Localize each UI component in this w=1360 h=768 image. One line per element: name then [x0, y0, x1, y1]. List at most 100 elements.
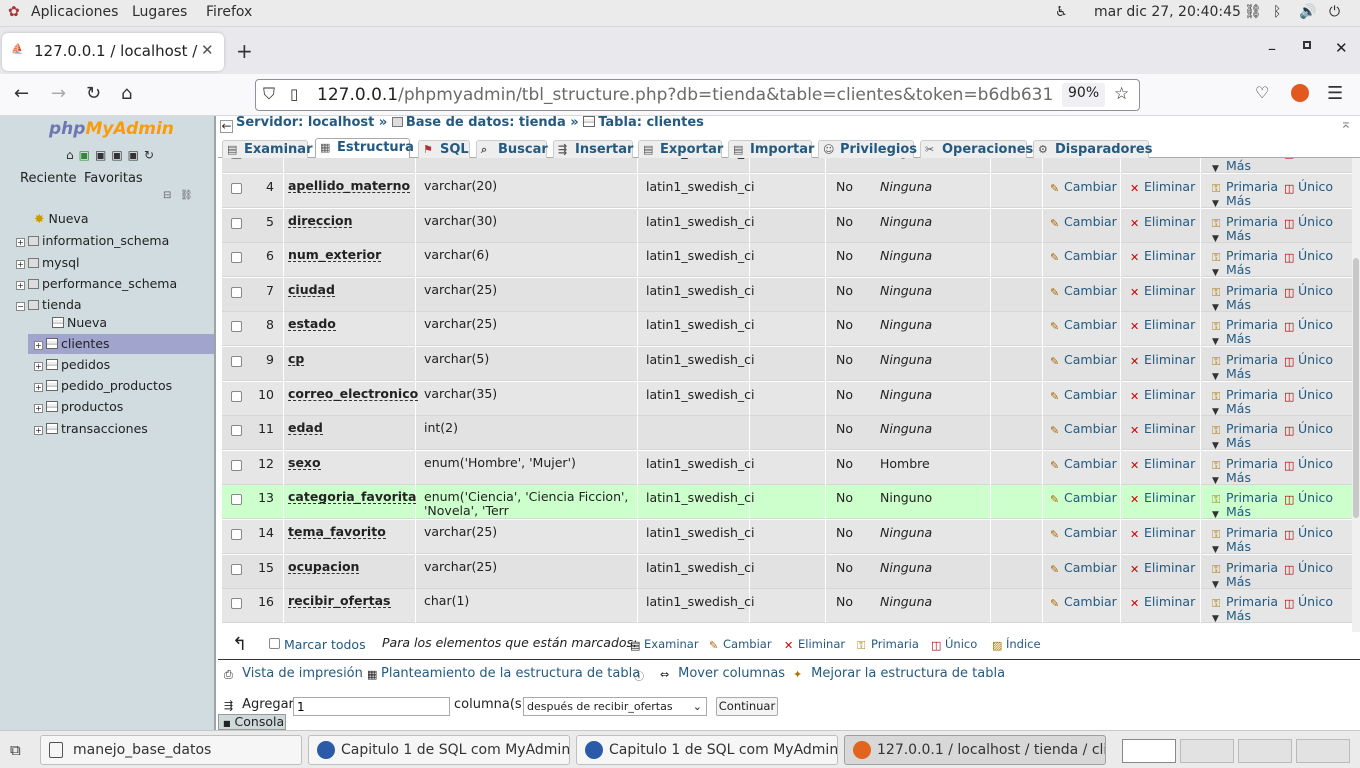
task-firefox[interactable]: 127.0.0.1 / localhost / tienda / clien..…: [844, 735, 1106, 765]
logout-icon[interactable]: ▣: [79, 148, 95, 162]
more-action[interactable]: ▼ Más: [1212, 470, 1251, 487]
expand-icon[interactable]: +: [34, 362, 43, 371]
tab-privilegios[interactable]: ☺ Privilegios: [818, 140, 917, 158]
home-icon[interactable]: ⌂: [121, 83, 132, 104]
row-checkbox[interactable]: [231, 217, 242, 232]
tree-db-performance-schema[interactable]: + performance_schema: [16, 276, 177, 291]
change-action[interactable]: ✎Cambiar: [1050, 158, 1117, 159]
primary-action[interactable]: ⚿Primaria: [1212, 317, 1278, 332]
primary-action[interactable]: ⚿Primaria: [1212, 387, 1278, 402]
row-checkbox[interactable]: [231, 158, 242, 162]
bulk-change[interactable]: ✎ Cambiar: [709, 637, 772, 651]
change-action[interactable]: ✎Cambiar: [1050, 317, 1117, 332]
row-checkbox[interactable]: [231, 286, 242, 301]
pocket-icon[interactable]: ♡: [1255, 83, 1269, 102]
checkbox-box[interactable]: [231, 183, 242, 194]
breadcrumb-db[interactable]: Base de datos: tienda: [406, 115, 566, 130]
expand-icon[interactable]: +: [34, 383, 43, 392]
recent-link[interactable]: Reciente: [20, 171, 77, 186]
more-action[interactable]: ▼ Más: [1212, 193, 1251, 210]
more-action[interactable]: ▼ Más: [1212, 504, 1251, 521]
collapse-all-icon[interactable]: ⊟: [163, 190, 171, 201]
workspace-4[interactable]: [1296, 739, 1350, 763]
url-text[interactable]: 127.0.0.1/phpmyadmin/tbl_structure.php?d…: [317, 85, 1053, 105]
extension-icon[interactable]: [1291, 84, 1309, 102]
tree-new-db[interactable]: ✸ Nueva: [34, 211, 89, 226]
workspace-2[interactable]: [1180, 739, 1234, 763]
check-all-checkbox[interactable]: [269, 638, 280, 649]
unique-action[interactable]: ◫Único: [1284, 456, 1333, 471]
tree-db-mysql[interactable]: + mysql: [16, 255, 80, 270]
tree-new-table[interactable]: Nueva: [52, 315, 107, 330]
checkbox-box[interactable]: [231, 494, 242, 506]
continue-button[interactable]: Continuar: [716, 697, 778, 716]
row-checkbox[interactable]: [231, 563, 242, 578]
checkbox-box[interactable]: [231, 252, 242, 264]
minimize-icon[interactable]: –: [1268, 39, 1276, 58]
primary-action[interactable]: ⚿Primaria: [1212, 214, 1278, 229]
docs-icon[interactable]: ▣: [111, 148, 127, 162]
change-action[interactable]: ✎Cambiar: [1050, 179, 1117, 194]
tab-examinar[interactable]: ▤ Examinar: [222, 140, 312, 158]
tree-db-information-schema[interactable]: + information_schema: [16, 233, 169, 248]
unique-action[interactable]: ◫Único: [1284, 317, 1333, 332]
checkbox-box[interactable]: [231, 158, 242, 159]
checkbox-box[interactable]: [231, 217, 242, 229]
unique-action[interactable]: ◫Único: [1284, 525, 1333, 540]
bulk-browse[interactable]: ▤ Examinar: [630, 637, 699, 651]
tree-db-tienda[interactable]: − tienda: [16, 297, 82, 312]
change-action[interactable]: ✎Cambiar: [1050, 283, 1117, 298]
browser-tab[interactable]: ⛵ 127.0.0.1 / localhost / ✕: [2, 33, 224, 71]
row-checkbox[interactable]: [231, 182, 242, 197]
checkbox-box[interactable]: [231, 286, 242, 298]
more-action[interactable]: ▼ Más: [1212, 608, 1251, 625]
unique-action[interactable]: ◫Único: [1284, 248, 1333, 263]
expand-icon[interactable]: +: [34, 404, 43, 413]
change-action[interactable]: ✎Cambiar: [1050, 421, 1117, 436]
primary-action[interactable]: ⚿Primaria: [1212, 248, 1278, 263]
menu-collapse-icon[interactable]: ⌅: [1340, 116, 1352, 132]
row-checkbox[interactable]: [231, 459, 242, 474]
forward-icon[interactable]: →: [51, 83, 66, 104]
network-icon[interactable]: ⛓: [1244, 4, 1262, 20]
unique-action[interactable]: ◫Único: [1284, 179, 1333, 194]
change-action[interactable]: ✎Cambiar: [1050, 248, 1117, 263]
settings-icon[interactable]: ▣: [128, 148, 144, 162]
drop-action[interactable]: ✕Eliminar: [1130, 158, 1195, 159]
move-columns-link[interactable]: ⇔ Mover columnas: [660, 666, 785, 681]
tab-operaciones[interactable]: ✂ Operaciones: [920, 140, 1033, 158]
close-window-icon[interactable]: ✕: [1335, 39, 1348, 57]
close-tab-icon[interactable]: ✕: [201, 41, 214, 59]
drop-action[interactable]: ✕Eliminar: [1130, 525, 1195, 540]
tab-insertar[interactable]: ⇶ Insertar: [553, 140, 633, 158]
check-all[interactable]: Marcar todos: [269, 637, 366, 652]
primary-action[interactable]: ⚿Primaria: [1212, 525, 1278, 540]
row-checkbox[interactable]: [231, 528, 242, 543]
unique-action[interactable]: ◫Único: [1284, 594, 1333, 609]
workspace-1[interactable]: [1122, 739, 1176, 763]
expand-icon[interactable]: +: [16, 281, 25, 290]
unique-action[interactable]: ◫Único: [1284, 352, 1333, 367]
drop-action[interactable]: ✕Eliminar: [1130, 283, 1195, 298]
propose-structure-link[interactable]: ▦ Planteamiento de la estructura de tabla: [367, 666, 640, 681]
change-action[interactable]: ✎Cambiar: [1050, 560, 1117, 575]
checkbox-box[interactable]: [231, 321, 242, 333]
unique-action[interactable]: ◫Único: [1284, 421, 1333, 436]
bluetooth-icon[interactable]: ᛒ: [1273, 4, 1281, 20]
show-desktop-icon[interactable]: ⧉: [10, 741, 21, 759]
unique-action[interactable]: ◫Único: [1284, 214, 1333, 229]
checkbox-box[interactable]: [231, 529, 242, 540]
expand-icon[interactable]: +: [16, 260, 25, 269]
breadcrumb-table[interactable]: Tabla: clientes: [598, 115, 704, 130]
unique-action[interactable]: ◫Único: [1284, 158, 1333, 159]
expand-icon[interactable]: +: [16, 238, 25, 247]
row-checkbox[interactable]: [231, 251, 242, 266]
collapse-nav-icon[interactable]: ←: [220, 120, 233, 133]
reload-icon[interactable]: ↻: [86, 83, 101, 104]
scrollbar[interactable]: [1352, 158, 1360, 632]
volume-icon[interactable]: 🔊: [1299, 4, 1316, 20]
unique-action[interactable]: ◫Único: [1284, 283, 1333, 298]
link-with-main-icon[interactable]: ⛓: [180, 190, 193, 201]
drop-action[interactable]: ✕Eliminar: [1130, 179, 1195, 194]
change-action[interactable]: ✎Cambiar: [1050, 387, 1117, 402]
